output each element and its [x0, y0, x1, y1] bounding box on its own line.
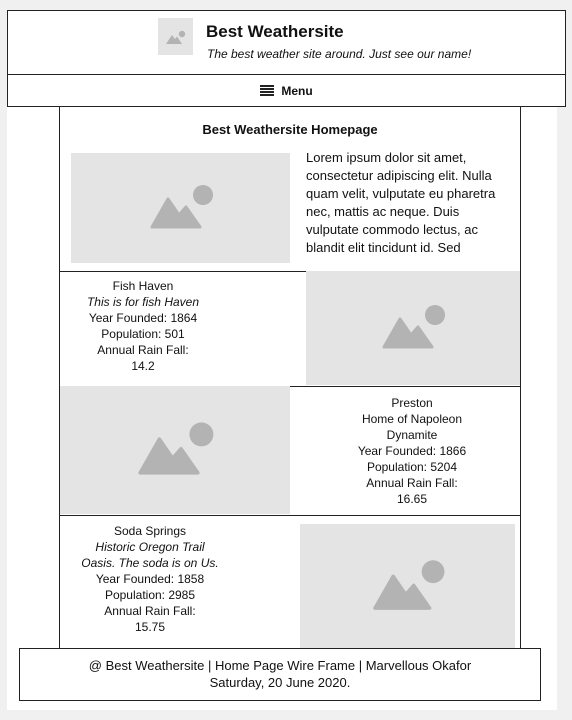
- town-info: Fish Haven This is for fish Haven Year F…: [80, 278, 206, 374]
- town-card-preston: Preston Home of Napoleon Dynamite Year F…: [60, 386, 520, 516]
- town-rain-value: 14.2: [131, 359, 155, 373]
- main-content: Best Weathersite Homepage Lorem ipsum do…: [59, 107, 521, 658]
- town-population: Population: 5204: [366, 460, 458, 474]
- image-placeholder-icon: [306, 271, 520, 385]
- town-year-founded: Year Founded: 1864: [88, 311, 198, 325]
- site-header: Best Weathersite The best weather site a…: [7, 10, 566, 75]
- town-card-soda-springs: Soda Springs Historic Oregon Trail Oasis…: [60, 515, 520, 658]
- image-placeholder-icon: [158, 18, 193, 55]
- town-year-founded: Year Founded: 1866: [357, 444, 467, 458]
- intro-section: Best Weathersite Homepage Lorem ipsum do…: [60, 107, 520, 272]
- image-placeholder-icon: [300, 524, 515, 648]
- nav-bar: Menu: [7, 75, 566, 107]
- town-rain-label: Annual Rain Fall:: [97, 343, 189, 357]
- town-motto: Historic Oregon Trail Oasis. The soda is…: [81, 540, 219, 570]
- town-rain-value: 16.65: [396, 492, 428, 506]
- town-card-fish-haven: Fish Haven This is for fish Haven Year F…: [60, 271, 520, 387]
- town-info: Soda Springs Historic Oregon Trail Oasis…: [80, 523, 220, 635]
- footer-credits: @ Best Weathersite | Home Page Wire Fram…: [88, 658, 472, 673]
- town-population: Population: 2985: [104, 588, 196, 602]
- town-motto: This is for fish Haven: [86, 295, 200, 309]
- town-name: Fish Haven: [112, 279, 174, 293]
- site-footer: @ Best Weathersite | Home Page Wire Fram…: [19, 648, 541, 701]
- town-population: Population: 501: [101, 327, 185, 341]
- town-name: Preston: [391, 396, 433, 410]
- image-placeholder-icon: [60, 386, 290, 514]
- menu-label: Menu: [281, 83, 313, 98]
- image-placeholder-icon: [71, 153, 290, 263]
- hamburger-icon: [260, 85, 275, 96]
- town-rain-label: Annual Rain Fall:: [366, 476, 458, 490]
- site-tagline: The best weather site around. Just see o…: [207, 47, 472, 61]
- page: Best Weathersite The best weather site a…: [7, 10, 566, 710]
- town-info: Preston Home of Napoleon Dynamite Year F…: [348, 395, 476, 507]
- footer-date: Saturday, 20 June 2020.: [209, 675, 351, 690]
- town-year-founded: Year Founded: 1858: [95, 572, 205, 586]
- intro-text: Lorem ipsum dolor sit amet, consectetur …: [306, 150, 496, 253]
- site-title: Best Weathersite: [206, 22, 344, 41]
- menu-button[interactable]: Menu: [260, 83, 313, 98]
- town-motto: Home of Napoleon Dynamite: [361, 412, 463, 442]
- town-rain-label: Annual Rain Fall:: [104, 604, 196, 618]
- town-name: Soda Springs: [113, 524, 187, 538]
- page-title: Best Weathersite Homepage: [202, 122, 378, 137]
- town-rain-value: 15.75: [134, 620, 166, 634]
